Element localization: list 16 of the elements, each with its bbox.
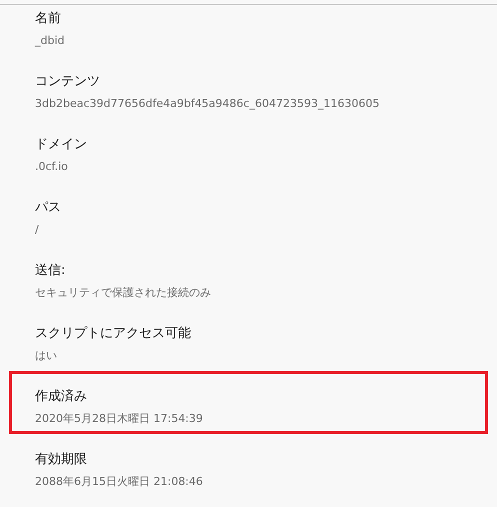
property-label: 作成済み	[35, 388, 87, 406]
property-value: 3db2beac39d77656dfe4a9bf45a9486c_604723593_11630605	[35, 96, 380, 112]
property-label: ドメイン	[35, 136, 87, 154]
property-label: スクリプトにアクセス可能	[35, 325, 191, 343]
property-value: 2088年6月15日火曜日 21:08:46	[35, 474, 203, 490]
property-value: セキュリティで保護された接続のみ	[35, 285, 211, 301]
property-value: はい	[35, 348, 57, 364]
property-label: 送信:	[35, 262, 66, 280]
property-value: .0cf.io	[35, 159, 68, 175]
property-label: パス	[35, 199, 61, 217]
property-value: _dbid	[35, 33, 65, 49]
property-value: 2020年5月28日木曜日 17:54:39	[35, 411, 203, 427]
property-label: 有効期限	[35, 451, 87, 469]
property-value: /	[35, 222, 39, 238]
property-label: 名前	[35, 10, 61, 28]
property-label: コンテンツ	[35, 73, 100, 91]
